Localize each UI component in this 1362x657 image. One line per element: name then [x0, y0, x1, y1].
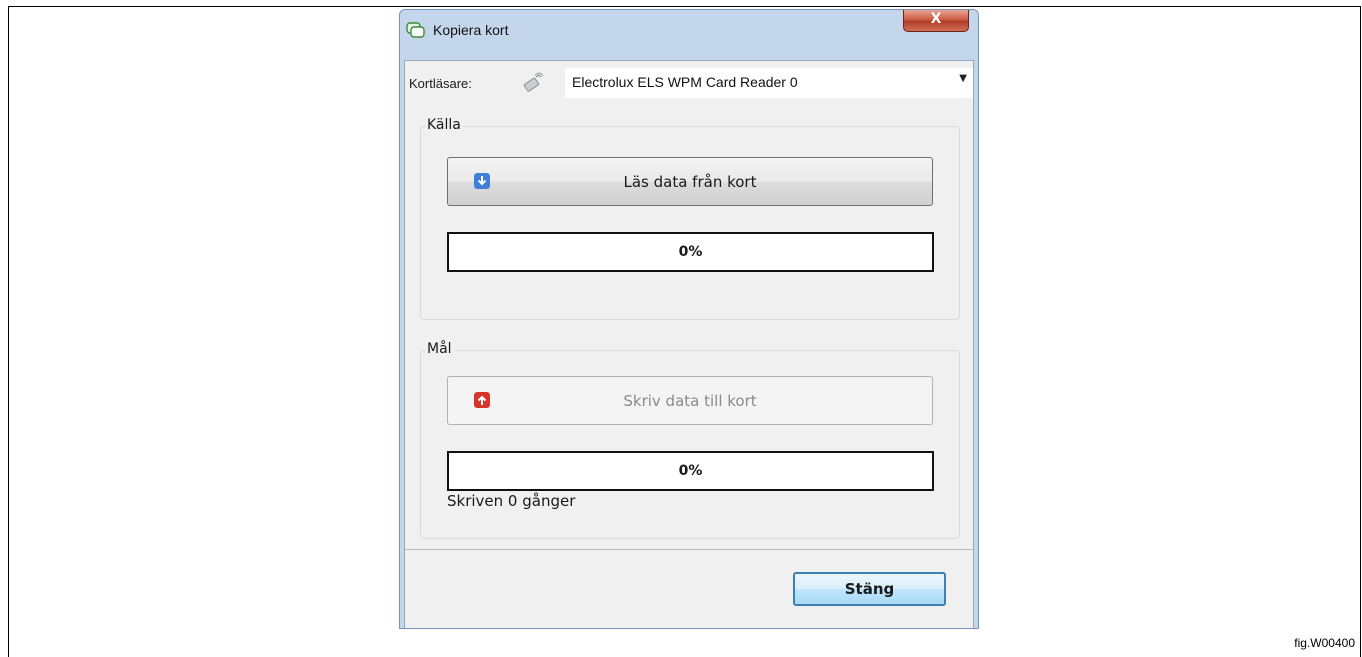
read-progress-bar: 0% — [447, 232, 934, 272]
write-progress-text: 0% — [678, 463, 703, 479]
close-button[interactable]: Stäng — [793, 572, 946, 606]
copy-card-dialog: Kopiera kort X Kortläsare: Electrolux EL… — [399, 9, 979, 629]
card-reader-icon — [523, 72, 544, 92]
write-progress-bar: 0% — [447, 451, 934, 491]
close-icon: X — [930, 11, 942, 27]
card-reader-dropdown[interactable]: Electrolux ELS WPM Card Reader 0 ▼ — [565, 68, 973, 98]
target-group-title: Mål — [425, 341, 454, 357]
title-bar[interactable]: Kopiera kort X — [400, 10, 978, 56]
dialog-footer: Stäng — [405, 550, 973, 628]
dialog-body: Kortläsare: Electrolux ELS WPM Card Read… — [404, 60, 974, 628]
written-count-text: Skriven 0 gånger — [447, 492, 576, 510]
window-app-icon — [406, 22, 425, 38]
card-reader-selected-value: Electrolux ELS WPM Card Reader 0 — [572, 74, 798, 90]
read-progress-text: 0% — [678, 244, 703, 260]
write-card-button[interactable]: Skriv data till kort — [447, 376, 933, 425]
chevron-down-icon[interactable]: ▼ — [959, 73, 967, 84]
write-card-button-label: Skriv data till kort — [623, 392, 757, 410]
window-title: Kopiera kort — [433, 22, 509, 38]
target-group: Mål Skriv data till kort 0% Skriven 0 gå… — [420, 341, 960, 539]
read-card-button-label: Läs data från kort — [623, 173, 757, 191]
read-card-button[interactable]: Läs data från kort — [447, 157, 933, 206]
source-group-title: Källa — [425, 117, 463, 133]
source-group: Källa Läs data från kort 0% — [420, 117, 960, 320]
window-close-button[interactable]: X — [903, 10, 969, 32]
figure-label: fig.W00400 — [1294, 636, 1355, 650]
card-reader-label: Kortläsare: — [409, 76, 472, 91]
